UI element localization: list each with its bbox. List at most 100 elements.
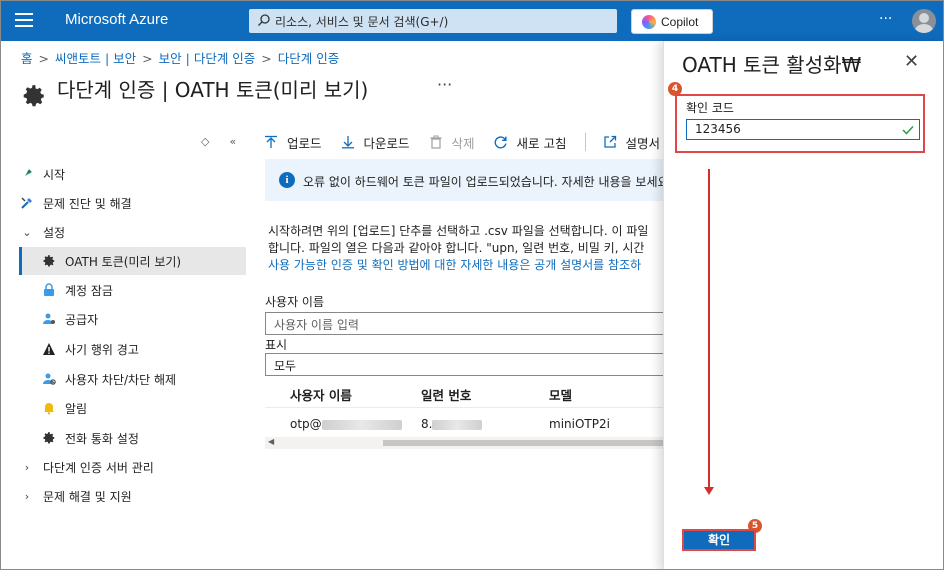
close-icon[interactable]: ✕ xyxy=(904,51,919,72)
lock-icon xyxy=(41,282,57,298)
trash-icon xyxy=(428,134,444,150)
documentation-label: 설명서 xyxy=(625,135,661,151)
breadcrumb-tenant-security[interactable]: 씨앤토트 | 보안 xyxy=(55,51,136,66)
download-button[interactable]: 다운로드 xyxy=(340,133,410,152)
column-header-serial[interactable]: 일련 번호 xyxy=(421,385,471,404)
upload-icon xyxy=(263,134,279,150)
toolbar-divider xyxy=(584,133,586,151)
sidebar-item-oath-tokens[interactable]: OATH 토큰(미리 보기) xyxy=(19,247,246,275)
refresh-button[interactable]: 새로 고침 xyxy=(493,133,567,152)
copilot-button[interactable]: Copilot xyxy=(631,9,713,34)
cell-username-text: otp@ xyxy=(290,417,322,431)
page-more-button[interactable]: ··· xyxy=(437,75,452,94)
copilot-label: Copilot xyxy=(661,15,699,29)
sidebar-item-providers[interactable]: 공급자 xyxy=(41,305,246,333)
user-block-icon xyxy=(41,371,57,387)
sidebar-item-fraud-alert[interactable]: 사기 행위 경고 xyxy=(41,335,246,363)
global-search-input[interactable]: 리소스, 서비스 및 문서 검색(G+/) xyxy=(249,9,617,33)
show-filter-select[interactable]: 모두 xyxy=(265,353,665,376)
upload-success-banner[interactable]: i 오류 없이 하드웨어 토큰 파일이 업로드되었습니다. 자세한 내용을 보세… xyxy=(265,159,669,201)
upload-button[interactable]: 업로드 xyxy=(263,133,322,152)
panel-title: OATH 토큰 활성화₩ xyxy=(682,53,862,77)
sidebar-item-label: 사기 행위 경고 xyxy=(65,342,139,357)
download-label: 다운로드 xyxy=(363,135,410,151)
sidebar-item-label: 문제 해결 및 지원 xyxy=(43,489,132,504)
sidebar-item-label: 문제 진단 및 해결 xyxy=(43,196,132,211)
table-divider xyxy=(265,407,665,408)
chevron-right-icon: › xyxy=(24,460,30,474)
table-cell-username[interactable]: otp@ xyxy=(290,417,402,431)
settings-more-button[interactable]: ··· xyxy=(879,11,892,27)
top-bar: Microsoft Azure 리소스, 서비스 및 문서 검색(G+/) Co… xyxy=(1,1,943,41)
upload-label: 업로드 xyxy=(287,135,322,151)
gear-icon xyxy=(41,430,57,446)
checkmark-icon xyxy=(902,125,914,135)
chevron-down-icon: ⌄ xyxy=(22,225,32,239)
sidebar-item-label: 전화 통화 설정 xyxy=(65,431,139,446)
sidebar-item-settings[interactable]: ⌄ 설정 xyxy=(19,218,246,246)
delete-button[interactable]: 삭제 xyxy=(428,133,475,152)
nav-expand-icon[interactable]: ◇ xyxy=(201,135,209,148)
brand-title[interactable]: Microsoft Azure xyxy=(65,11,168,28)
breadcrumb-mfa[interactable]: 다단계 인증 xyxy=(278,51,339,66)
redacted-block xyxy=(321,419,402,430)
breadcrumb-security-mfa[interactable]: 보안 | 다단계 인증 xyxy=(159,51,256,66)
sidebar-item-block-unblock[interactable]: 사용자 차단/차단 해제 xyxy=(41,365,246,393)
verification-code-label: 확인 코드 xyxy=(686,101,734,115)
instructions-line: 시작하려면 위의 [업로드] 단추를 선택하고 .csv 파일을 선택합니다. … xyxy=(268,224,649,238)
breadcrumb-separator-icon: > xyxy=(261,51,272,66)
sidebar-item-label: 공급자 xyxy=(65,312,99,327)
arrow-head-icon xyxy=(704,487,714,495)
info-icon: i xyxy=(279,172,295,188)
scroll-left-icon[interactable]: ◀ xyxy=(268,437,274,446)
sidebar-item-label: 사용자 차단/차단 해제 xyxy=(65,372,177,387)
gear-icon xyxy=(23,85,44,107)
sidebar-item-label: 알림 xyxy=(65,401,88,416)
copilot-icon xyxy=(642,15,656,29)
confirm-button[interactable]: 확인 xyxy=(682,529,756,551)
download-icon xyxy=(340,134,356,150)
breadcrumb-home[interactable]: 홈 xyxy=(21,51,33,66)
verification-code-input[interactable]: 123456 xyxy=(686,119,920,140)
horizontal-scrollbar[interactable]: ◀ xyxy=(265,437,665,449)
sidebar-item-troubleshoot-support[interactable]: › 문제 해결 및 지원 xyxy=(19,482,246,510)
search-placeholder: 리소스, 서비스 및 문서 검색(G+/) xyxy=(275,15,449,29)
sidebar-item-mfa-server[interactable]: › 다단계 인증 서버 관리 xyxy=(19,453,246,481)
verification-code-value: 123456 xyxy=(695,122,741,136)
table-cell-model: miniOTP2i xyxy=(549,417,610,431)
instructions-line: 합니다. 파일의 열은 다음과 같아야 합니다. "upn, 일련 번호, 비밀… xyxy=(268,241,645,255)
sidebar-item-label: 다단계 인증 서버 관리 xyxy=(43,460,154,475)
sidebar-item-diagnose[interactable]: 문제 진단 및 해결 xyxy=(19,189,246,217)
redacted-block xyxy=(432,419,483,430)
arrow-annotation xyxy=(708,169,710,491)
instructions-text: 시작하려면 위의 [업로드] 단추를 선택하고 .csv 파일을 선택합니다. … xyxy=(268,223,668,274)
refresh-label: 새로 고침 xyxy=(516,135,567,151)
rocket-icon xyxy=(19,166,35,182)
column-header-model[interactable]: 모델 xyxy=(549,385,572,404)
nav-collapse-icon[interactable]: « xyxy=(229,135,236,148)
username-filter-input[interactable]: 사용자 이름 입력 xyxy=(265,312,665,335)
sidebar-item-label: OATH 토큰(미리 보기) xyxy=(65,254,182,269)
sidebar-item-account-lockout[interactable]: 계정 잠금 xyxy=(41,276,246,304)
banner-text: 오류 없이 하드웨어 토큰 파일이 업로드되었습니다. 자세한 내용을 보세요 xyxy=(303,175,669,189)
page-title: 다단계 인증 | OATH 토큰(미리 보기) xyxy=(57,78,369,102)
nav-tools: ◇ « xyxy=(201,135,256,148)
scrollbar-thumb[interactable] xyxy=(383,440,665,446)
wrench-icon xyxy=(19,195,35,211)
delete-label: 삭제 xyxy=(451,135,475,151)
breadcrumb-separator-icon: > xyxy=(142,51,153,66)
refresh-icon xyxy=(493,134,509,150)
app-window: Microsoft Azure 리소스, 서비스 및 문서 검색(G+/) Co… xyxy=(0,0,944,570)
column-header-username[interactable]: 사용자 이름 xyxy=(290,385,352,404)
avatar[interactable] xyxy=(912,9,936,33)
sidebar-item-phone-call-settings[interactable]: 전화 통화 설정 xyxy=(41,424,246,452)
sidebar-item-start[interactable]: 시작 xyxy=(19,160,246,188)
documentation-button[interactable]: 설명서 xyxy=(602,133,661,152)
gear-icon xyxy=(41,253,57,269)
show-label: 표시 xyxy=(265,338,288,352)
user-settings-icon xyxy=(41,311,57,327)
sidebar-item-notifications[interactable]: 알림 xyxy=(41,394,246,422)
menu-icon[interactable] xyxy=(15,13,33,29)
breadcrumb-separator-icon: > xyxy=(38,51,49,66)
docs-link[interactable]: 사용 가능한 인증 및 확인 방법에 대한 자세한 내용은 공개 설명서를 참조… xyxy=(268,257,668,274)
